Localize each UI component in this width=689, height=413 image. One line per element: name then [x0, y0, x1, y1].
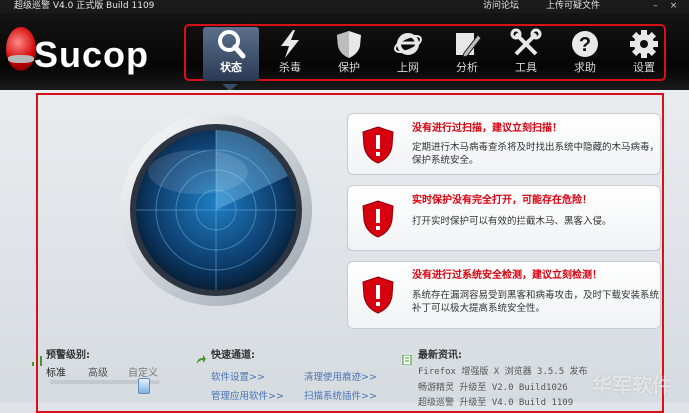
tab-protection-label: 保护	[338, 61, 360, 74]
main-nav: 状态 杀毒 保护 上网 分析 工具 ? 求助 设置	[200, 27, 670, 81]
browser-e-icon	[380, 27, 436, 61]
tab-analysis-label: 分析	[456, 61, 478, 74]
minimize-button[interactable]: –	[650, 1, 661, 12]
tab-status[interactable]: 状态	[203, 27, 259, 81]
tab-protection[interactable]: 保护	[321, 27, 377, 81]
forum-link[interactable]: 访问论坛	[483, 0, 519, 13]
question-icon: ?	[557, 27, 613, 61]
siren-logo-icon	[6, 27, 36, 71]
tab-status-label: 状态	[220, 61, 242, 74]
pen-icon	[439, 27, 495, 61]
tab-internet[interactable]: 上网	[380, 27, 436, 81]
title-bar: 超级巡警 V4.0 正式版 Build 1109 访问论坛 上传可疑文件 – ×	[0, 0, 689, 13]
content-highlight-outline	[36, 93, 664, 413]
shield-icon	[321, 27, 377, 61]
magnifier-icon	[203, 27, 259, 61]
tab-internet-label: 上网	[397, 61, 419, 74]
lightning-icon	[262, 27, 318, 61]
close-button[interactable]: ×	[668, 1, 679, 12]
brand-logo: Sucop	[34, 34, 150, 75]
wrench-screwdriver-icon	[498, 27, 554, 61]
tab-settings[interactable]: 设置	[616, 27, 672, 81]
tab-antivirus-label: 杀毒	[279, 61, 301, 74]
upload-suspicious-file-link[interactable]: 上传可疑文件	[546, 0, 600, 13]
tab-tools-label: 工具	[515, 61, 537, 74]
svg-text:?: ?	[579, 34, 591, 56]
tab-analysis[interactable]: 分析	[439, 27, 495, 81]
tab-help[interactable]: ? 求助	[557, 27, 613, 81]
gear-icon	[616, 27, 672, 61]
tab-help-label: 求助	[574, 61, 596, 74]
watermark: 华军软件	[592, 373, 672, 397]
tab-antivirus[interactable]: 杀毒	[262, 27, 318, 81]
tab-tools[interactable]: 工具	[498, 27, 554, 81]
tab-settings-label: 设置	[633, 61, 655, 74]
window-title: 超级巡警 V4.0 正式版 Build 1109	[14, 1, 155, 11]
